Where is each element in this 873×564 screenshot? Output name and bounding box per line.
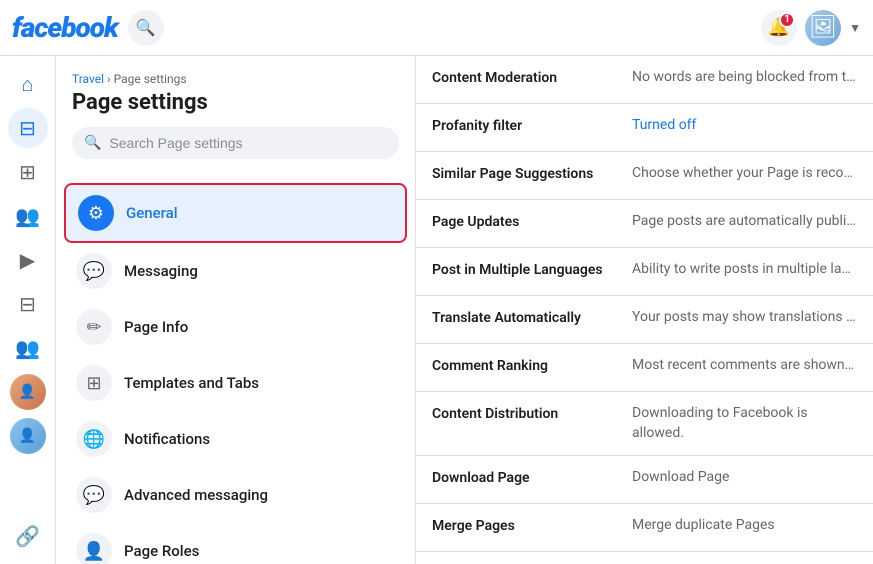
templates-icon: ⊞ — [76, 365, 112, 401]
page-info-label: Page Info — [124, 318, 188, 336]
value-content-moderation: No words are being blocked from the Page… — [632, 68, 857, 88]
search-input[interactable] — [109, 135, 387, 151]
topnav-right: 🔔 1 🖼 ▼ — [761, 10, 861, 46]
facebook-logo: facebook — [12, 11, 118, 44]
setting-comment-ranking: Comment Ranking Most recent comments are… — [416, 344, 873, 392]
setting-merge-pages: Merge Pages Merge duplicate Pages — [416, 504, 873, 552]
breadcrumb-separator: › — [104, 72, 114, 86]
home-icon: ⌂ — [21, 72, 33, 97]
setting-similar-pages: Similar Page Suggestions Choose whether … — [416, 152, 873, 200]
main-content: Content Moderation No words are being bl… — [416, 56, 873, 564]
sidebar-item-messaging[interactable]: 💬 Messaging — [64, 243, 407, 299]
link-icon: 🔗 — [15, 524, 40, 548]
friends-icon: 👥 — [15, 204, 40, 228]
setting-download-page: Download Page Download Page — [416, 456, 873, 504]
page-info-icon: ✏ — [76, 309, 112, 345]
sidebar-item-general[interactable]: ⚙ General — [64, 183, 407, 243]
menu-icon: ⊞ — [19, 160, 36, 184]
value-content-dist: Downloading to Facebook is allowed. — [632, 404, 857, 443]
sidebar-item-pages[interactable]: ⊟ — [8, 108, 48, 148]
main-layout: ⌂ ⊟ ⊞ 👥 ▶ ⊟ 👥 👤 👤 🔗 — [0, 56, 873, 564]
setting-multiple-languages: Post in Multiple Languages Ability to wr… — [416, 248, 873, 296]
groups-icon: 👥 — [15, 336, 40, 360]
general-label: General — [126, 204, 178, 222]
chevron-down-icon: ▼ — [849, 21, 861, 35]
label-page-updates: Page Updates — [432, 212, 632, 230]
notifications-icon: 🌐 — [76, 421, 112, 457]
sidebar-item-friends[interactable]: 👥 — [8, 196, 48, 236]
gaming-icon: ⊟ — [19, 292, 36, 316]
breadcrumb-parent-link[interactable]: Travel — [72, 72, 104, 86]
messaging-label: Messaging — [124, 262, 198, 280]
sidebar-header: Travel › Page settings Page settings 🔍 — [56, 56, 415, 175]
sidebar-item-watch[interactable]: ▶ — [8, 240, 48, 280]
avatar-img-1: 👤 — [19, 384, 36, 400]
label-merge-pages: Merge Pages — [432, 516, 632, 534]
video-icon: ▶ — [20, 248, 35, 272]
value-translate: Your posts may show translations automat… — [632, 308, 857, 328]
sidebar-item-templates[interactable]: ⊞ Templates and Tabs — [64, 355, 407, 411]
avatar-icon-1[interactable]: 👤 — [10, 374, 46, 410]
label-translate: Translate Automatically — [432, 308, 632, 326]
sidebar-item-gaming[interactable]: ⊟ — [8, 284, 48, 324]
page-roles-label: Page Roles — [124, 542, 199, 560]
search-icon: 🔍 — [136, 18, 156, 38]
avatar-img-2: 👤 — [19, 428, 36, 444]
sidebar-item-page-info[interactable]: ✏ Page Info — [64, 299, 407, 355]
page-roles-icon: 👤 — [76, 533, 112, 564]
value-similar-pages: Choose whether your Page is recommended … — [632, 164, 857, 184]
setting-content-dist: Content Distribution Downloading to Face… — [416, 392, 873, 456]
breadcrumb: Travel › Page settings — [72, 72, 399, 86]
search-box: 🔍 — [72, 127, 399, 159]
sidebar-item-link[interactable]: 🔗 — [8, 516, 48, 556]
notifications-button[interactable]: 🔔 1 — [761, 10, 797, 46]
value-merge-pages: Merge duplicate Pages — [632, 516, 857, 536]
sidebar-item-home[interactable]: ⌂ — [8, 64, 48, 104]
advanced-messaging-label: Advanced messaging — [124, 486, 268, 504]
page-title: Page settings — [72, 90, 399, 115]
value-download-page: Download Page — [632, 468, 857, 488]
messaging-icon: 💬 — [76, 253, 112, 289]
general-icon: ⚙ — [78, 195, 114, 231]
advanced-messaging-icon: 💬 — [76, 477, 112, 513]
value-page-updates: Page posts are automatically published w… — [632, 212, 857, 232]
notification-badge: 1 — [779, 12, 795, 28]
label-content-dist: Content Distribution — [432, 404, 632, 422]
top-navigation: facebook 🔍 🔔 1 🖼 ▼ — [0, 0, 873, 56]
user-avatar[interactable]: 🖼 — [805, 10, 841, 46]
label-multiple-languages: Post in Multiple Languages — [432, 260, 632, 278]
settings-sidebar: Travel › Page settings Page settings 🔍 ⚙… — [56, 56, 416, 564]
templates-label: Templates and Tabs — [124, 374, 259, 392]
setting-profanity-filter: Profanity filter Turned off — [416, 104, 873, 152]
search-icon: 🔍 — [84, 135, 101, 151]
notifications-label: Notifications — [124, 430, 210, 448]
sidebar-nav: ⚙ General 💬 Messaging ✏ Page Info ⊞ Temp… — [56, 175, 415, 564]
value-comment-ranking: Most recent comments are shown for my Pa… — [632, 356, 857, 376]
setting-translate: Translate Automatically Your posts may s… — [416, 296, 873, 344]
label-similar-pages: Similar Page Suggestions — [432, 164, 632, 182]
setting-content-moderation: Content Moderation No words are being bl… — [416, 56, 873, 104]
avatar-image: 🖼 — [809, 15, 837, 40]
sidebar-item-page-roles[interactable]: 👤 Page Roles — [64, 523, 407, 564]
sidebar-item-notifications[interactable]: 🌐 Notifications — [64, 411, 407, 467]
label-comment-ranking: Comment Ranking — [432, 356, 632, 374]
search-button[interactable]: 🔍 — [128, 10, 164, 46]
pages-icon: ⊟ — [19, 116, 36, 140]
avatar-icon-2[interactable]: 👤 — [10, 418, 46, 454]
label-download-page: Download Page — [432, 468, 632, 486]
sidebar-item-menu[interactable]: ⊞ — [8, 152, 48, 192]
setting-page-updates: Page Updates Page posts are automaticall… — [416, 200, 873, 248]
sidebar-item-groups[interactable]: 👥 — [8, 328, 48, 368]
icon-bar: ⌂ ⊟ ⊞ 👥 ▶ ⊟ 👥 👤 👤 🔗 — [0, 56, 56, 564]
value-profanity-filter: Turned off — [632, 116, 857, 136]
label-content-moderation: Content Moderation — [432, 68, 632, 86]
value-multiple-languages: Ability to write posts in multiple langu… — [632, 260, 857, 280]
breadcrumb-current: Page settings — [114, 72, 187, 86]
setting-remove-page: Remove Page Permanently delete Save chan… — [416, 552, 873, 564]
label-profanity-filter: Profanity filter — [432, 116, 632, 134]
sidebar-item-advanced-messaging[interactable]: 💬 Advanced messaging — [64, 467, 407, 523]
